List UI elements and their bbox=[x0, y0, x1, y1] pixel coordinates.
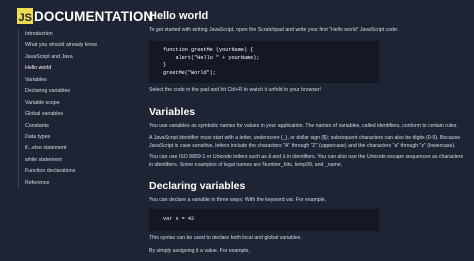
variables-paragraph-2: A JavaScript identifier must start with … bbox=[149, 135, 461, 150]
nav-item-declaring-variables[interactable]: Declaring variables bbox=[19, 86, 136, 97]
nav-item-what-you-should-already-know[interactable]: What you should already know bbox=[19, 40, 136, 51]
nav-item-while-statement[interactable]: while statement bbox=[19, 155, 136, 166]
nav-item-global-variables[interactable]: Global variables bbox=[19, 109, 136, 120]
declaring-paragraph-1: You can declare a variable in three ways… bbox=[149, 197, 327, 203]
sidebar-nav: Introduction What you should already know… bbox=[18, 29, 136, 190]
nav-item-reference[interactable]: Reference bbox=[19, 178, 136, 189]
nav-item-variable-scope[interactable]: Variable scope bbox=[19, 98, 136, 109]
nav-item-variables[interactable]: Variables bbox=[19, 75, 136, 86]
variables-paragraph-1: You use variables as symbolic names for … bbox=[149, 123, 458, 129]
js-logo-icon: JS bbox=[17, 8, 33, 24]
nav-item-introduction[interactable]: Introduction bbox=[19, 29, 136, 40]
brand-title: DOCUMENTATION bbox=[34, 8, 154, 24]
nav-item-function-declarations[interactable]: Function declarations bbox=[19, 166, 136, 177]
brand-logo[interactable]: JS DOCUMENTATION bbox=[17, 8, 153, 24]
nav-item-javascript-and-java[interactable]: JavaScript and Java bbox=[19, 52, 136, 63]
hello-intro-text: To get started with writing JavaScript, … bbox=[149, 27, 399, 33]
declaring-paragraph-3: By simply assigning it a value. For exam… bbox=[149, 248, 250, 254]
variables-heading: Variables bbox=[149, 106, 196, 118]
hello-world-heading: Hello world bbox=[149, 10, 209, 22]
hello-code-block: function greetMe (yourName) { alert("Hel… bbox=[149, 41, 379, 83]
nav-item-hello-world[interactable]: Hello world bbox=[19, 63, 136, 74]
nav-item-if-else-statement[interactable]: if...else statement bbox=[19, 143, 136, 154]
variables-paragraph-3: You can use ISO 8859-1 or Unicode letter… bbox=[149, 154, 464, 169]
nav-item-constants[interactable]: Constants bbox=[19, 121, 136, 132]
main-content: Hello world To get started with writing … bbox=[149, 0, 469, 261]
sidebar: JS DOCUMENTATION Introduction What you sh… bbox=[0, 0, 153, 261]
declaring-variables-heading: Declaring variables bbox=[149, 180, 246, 192]
declaring-code-block: var x = 42 bbox=[149, 209, 379, 231]
hello-after-text: Select the code in the pad and hit Ctrl+… bbox=[149, 87, 322, 93]
nav-item-data-types[interactable]: Data types bbox=[19, 132, 136, 143]
declaring-paragraph-2: This syntax can be used to declare both … bbox=[149, 235, 302, 241]
